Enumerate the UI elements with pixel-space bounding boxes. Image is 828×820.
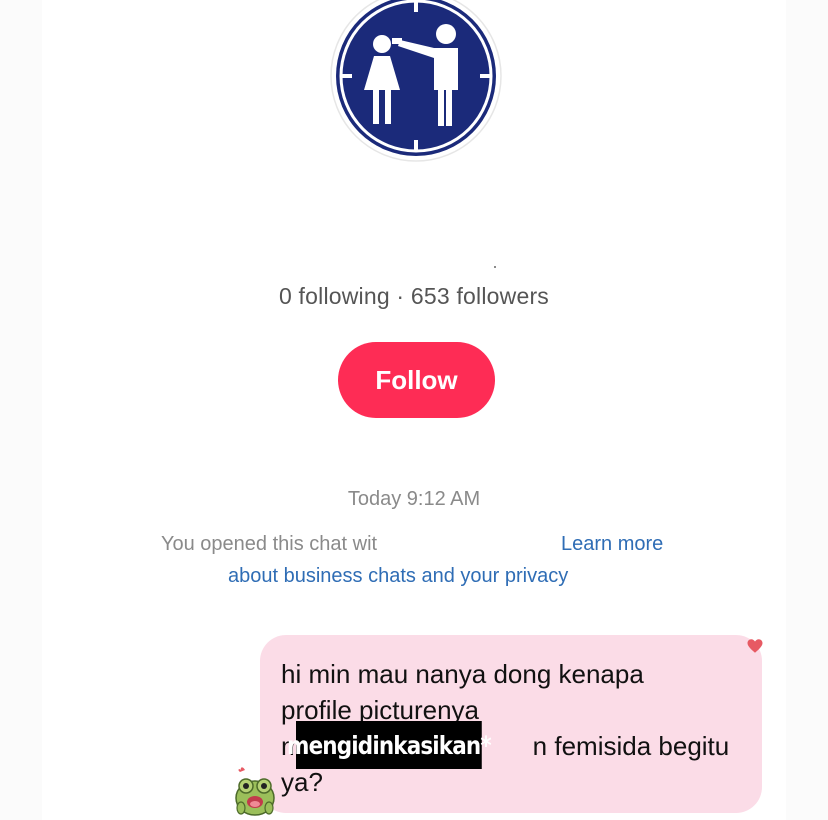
message-line-part: n femisida begitu [532,731,730,761]
frog-sticker-avatar[interactable] [233,764,277,818]
message-line: ya? [281,767,323,797]
business-chat-notice: You opened this chat wit [161,533,378,555]
learn-more-link[interactable]: Learn more [561,533,663,556]
follow-stats: 0 following · 653 followers [278,283,550,309]
chat-timestamp: Today 9:12 AM [347,488,481,510]
privacy-info-link[interactable]: about business chats and your privacy [228,565,568,588]
hidden-username-dot [494,266,496,268]
message-line: hi min mau nanya dong kenapa [281,659,644,689]
femicide-pictogram-icon [330,0,502,162]
profile-avatar[interactable] [330,0,502,162]
heart-icon [747,639,763,653]
left-gutter [0,0,42,820]
follow-button[interactable]: Follow [338,342,495,418]
caption-sticker: mengidinkasikan* [287,721,492,769]
redacted-name-mask [405,528,553,560]
right-gutter [786,0,828,820]
